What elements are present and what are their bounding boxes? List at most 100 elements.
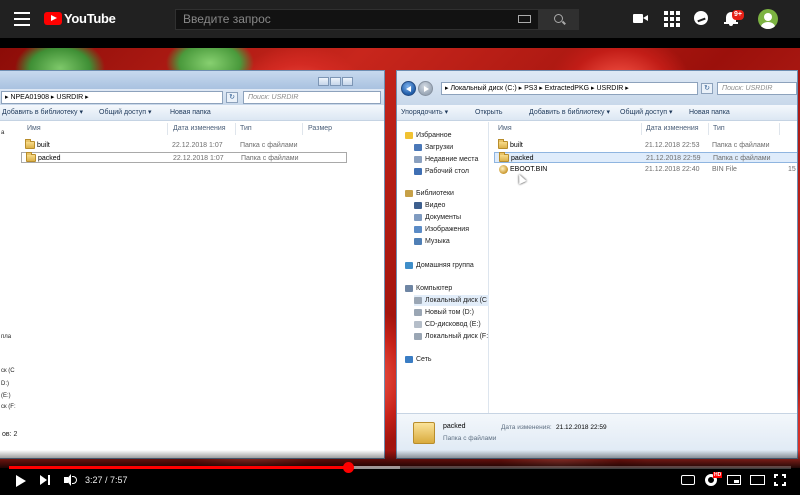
list-item[interactable]: EBOOT.BIN 21.12.2018 22:40 BIN File 15 bbox=[494, 164, 797, 175]
nav-fragment[interactable]: ск (F: bbox=[1, 404, 16, 410]
share-button[interactable]: Общий доступ ▾ bbox=[99, 107, 152, 119]
minimize-icon[interactable] bbox=[318, 77, 329, 86]
nav-fragment[interactable]: (E:) bbox=[1, 393, 11, 399]
volume-icon[interactable] bbox=[64, 474, 78, 488]
maximize-icon[interactable] bbox=[330, 77, 341, 86]
column-name[interactable]: Имя bbox=[27, 122, 41, 136]
nav-documents[interactable]: Документы bbox=[414, 212, 487, 223]
nav-fragment[interactable]: a bbox=[1, 130, 4, 136]
drive-icon bbox=[414, 297, 422, 304]
nav-recent[interactable]: Недавние места bbox=[414, 154, 487, 165]
navigation-pane: Избранное Загрузки Недавние места Рабочи… bbox=[397, 122, 489, 413]
organize-button[interactable]: Упорядочить ▾ bbox=[401, 107, 448, 119]
explorer-window-left[interactable]: ▸ NPEA01908 ▸ USRDIR ▸ ↻ Поиск: USRDIR Д… bbox=[0, 70, 385, 459]
address-bar: ▸ Локальный диск (C:) ▸ PS3 ▸ ExtractedP… bbox=[397, 71, 797, 105]
back-button[interactable] bbox=[401, 81, 416, 96]
drive-icon bbox=[414, 309, 422, 316]
file-date: 22.12.2018 1:07 bbox=[172, 142, 223, 149]
nav-fragment[interactable]: D:) bbox=[1, 381, 9, 387]
nav-disk-d[interactable]: Новый том (D:) bbox=[414, 307, 487, 318]
folder-icon bbox=[499, 152, 509, 162]
nav-music[interactable]: Музыка bbox=[414, 236, 487, 247]
window-controls[interactable] bbox=[317, 73, 353, 86]
column-date[interactable]: Дата изменения bbox=[646, 122, 699, 136]
menu-icon[interactable] bbox=[14, 12, 30, 26]
apps-icon[interactable] bbox=[664, 11, 680, 27]
nav-video[interactable]: Видео bbox=[414, 200, 487, 211]
nav-network[interactable]: Сеть bbox=[405, 354, 487, 365]
column-type[interactable]: Тип bbox=[240, 122, 252, 136]
column-type[interactable]: Тип bbox=[713, 122, 725, 136]
address-path[interactable]: ▸ NPEA01908 ▸ USRDIR ▸ bbox=[1, 91, 223, 104]
file-type: Папка с файлами bbox=[713, 155, 771, 162]
images-icon bbox=[414, 226, 422, 233]
explorer-window-right[interactable]: ▸ Локальный диск (C:) ▸ PS3 ▸ ExtractedP… bbox=[396, 70, 798, 459]
file-name: built bbox=[37, 142, 50, 149]
nav-disk-f[interactable]: Локальный диск (F: bbox=[414, 331, 488, 342]
search-input[interactable]: Поиск: USRDIR bbox=[243, 91, 381, 104]
nav-libraries[interactable]: Библиотеки bbox=[405, 188, 487, 199]
nav-desktop[interactable]: Рабочий стол bbox=[414, 166, 487, 177]
new-folder-button[interactable]: Новая папка bbox=[689, 107, 730, 119]
file-name: built bbox=[510, 142, 523, 149]
play-icon[interactable] bbox=[16, 475, 26, 487]
file-name: packed bbox=[38, 155, 61, 162]
fullscreen-icon[interactable] bbox=[774, 474, 786, 486]
theater-mode-icon[interactable] bbox=[750, 475, 765, 485]
video-player[interactable]: ▸ NPEA01908 ▸ USRDIR ▸ ↻ Поиск: USRDIR Д… bbox=[0, 38, 800, 495]
nav-homegroup[interactable]: Домашняя группа bbox=[405, 260, 487, 271]
address-path[interactable]: ▸ Локальный диск (C:) ▸ PS3 ▸ ExtractedP… bbox=[441, 82, 698, 95]
add-to-library-button[interactable]: Добавить в библиотеку ▾ bbox=[2, 107, 83, 119]
refresh-icon[interactable]: ↻ bbox=[701, 83, 713, 94]
folder-icon bbox=[25, 139, 35, 149]
bin-file-icon bbox=[499, 165, 508, 174]
nav-downloads[interactable]: Загрузки bbox=[414, 142, 487, 153]
downloads-icon bbox=[414, 144, 422, 151]
player-controls bbox=[0, 450, 800, 495]
next-icon[interactable] bbox=[40, 474, 52, 488]
add-to-library-button[interactable]: Добавить в библиотеку ▾ bbox=[529, 107, 610, 119]
nav-fragment[interactable]: ск (C bbox=[1, 368, 15, 374]
close-icon[interactable] bbox=[342, 77, 353, 86]
nav-computer[interactable]: Компьютер bbox=[405, 283, 487, 294]
keyboard-icon[interactable] bbox=[518, 15, 531, 23]
forward-button[interactable] bbox=[418, 81, 433, 96]
nav-disk-c[interactable]: Локальный диск (C bbox=[414, 295, 489, 306]
file-name: EBOOT.BIN bbox=[510, 166, 548, 173]
column-date[interactable]: Дата изменения bbox=[173, 122, 226, 136]
list-item[interactable]: packed 22.12.2018 1:07 Папка с файлами bbox=[21, 152, 347, 163]
column-size[interactable]: Размер bbox=[308, 122, 332, 136]
search-button[interactable] bbox=[539, 9, 579, 30]
details-name: packed bbox=[443, 423, 466, 430]
documents-icon bbox=[414, 214, 422, 221]
list-item[interactable]: built 22.12.2018 1:07 Папка с файлами bbox=[21, 139, 347, 151]
youtube-logo[interactable]: YouTube bbox=[44, 11, 116, 26]
column-name[interactable]: Имя bbox=[498, 122, 512, 136]
create-video-icon[interactable] bbox=[633, 11, 649, 27]
hd-badge: HD bbox=[713, 472, 723, 478]
window-titlebar[interactable] bbox=[0, 71, 384, 89]
libraries-icon bbox=[405, 190, 413, 197]
star-icon bbox=[405, 132, 413, 139]
search-input[interactable]: Поиск: USRDIR bbox=[717, 82, 797, 95]
miniplayer-icon[interactable] bbox=[727, 475, 741, 485]
messages-icon[interactable] bbox=[694, 11, 710, 27]
subtitles-icon[interactable] bbox=[681, 475, 695, 485]
avatar[interactable] bbox=[758, 9, 778, 29]
refresh-icon[interactable]: ↻ bbox=[226, 92, 238, 103]
computer-icon bbox=[405, 285, 413, 292]
list-item[interactable]: built 21.12.2018 22:53 Папка с файлами bbox=[494, 139, 797, 151]
list-item[interactable]: packed 21.12.2018 22:59 Папка с файлами bbox=[494, 152, 797, 163]
open-button[interactable]: Открыть bbox=[475, 107, 503, 119]
share-button[interactable]: Общий доступ ▾ bbox=[620, 107, 673, 119]
file-date: 21.12.2018 22:53 bbox=[645, 142, 700, 149]
video-icon bbox=[414, 202, 422, 209]
nav-images[interactable]: Изображения bbox=[414, 224, 487, 235]
nav-fragment[interactable]: пла bbox=[1, 334, 11, 340]
nav-disk-e[interactable]: CD-дисковод (E:) bbox=[414, 319, 487, 330]
nav-favorites[interactable]: Избранное bbox=[405, 130, 487, 141]
network-icon bbox=[405, 356, 413, 363]
file-type: Папка с файлами bbox=[712, 142, 770, 149]
new-folder-button[interactable]: Новая папка bbox=[170, 107, 211, 119]
search-input[interactable]: Введите запрос bbox=[175, 9, 539, 30]
